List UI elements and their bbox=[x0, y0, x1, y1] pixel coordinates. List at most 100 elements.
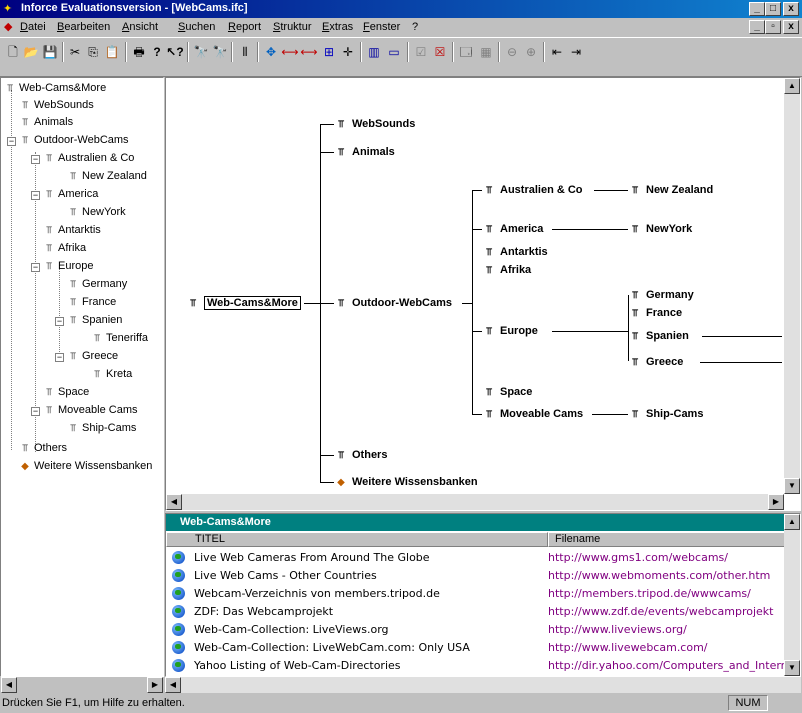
link-icon[interactable]: ⟷ bbox=[281, 43, 299, 61]
minimize-button[interactable]: _ bbox=[749, 2, 765, 16]
tree-item[interactable]: ⫪ America bbox=[42, 186, 98, 202]
graph-node-france[interactable]: ⫪ France bbox=[628, 305, 682, 321]
close-button[interactable]: x bbox=[783, 2, 799, 16]
graph-node-newzealand[interactable]: ⫪ New Zealand bbox=[628, 182, 713, 198]
link2-icon[interactable]: ⟷ bbox=[300, 43, 318, 61]
collapse-toggle[interactable]: − bbox=[31, 191, 40, 200]
graph-node-others[interactable]: ⫪ Others bbox=[334, 447, 387, 463]
save-icon[interactable]: 💾 bbox=[41, 43, 59, 61]
list-item[interactable]: Web-Cam-Collection: LiveWebCam.com: Only… bbox=[166, 639, 786, 656]
tree-item[interactable]: ⫪ Antarktis bbox=[42, 222, 101, 238]
menu-fenster[interactable]: Fenster bbox=[363, 21, 400, 33]
list-item[interactable]: Webcam-Verzeichnis von members.tripod.de… bbox=[166, 585, 786, 602]
move-icon[interactable]: ✥ bbox=[262, 43, 280, 61]
graph-node-germany[interactable]: ⫪ Germany bbox=[628, 287, 694, 303]
menu-ansicht[interactable]: Ansicht bbox=[122, 21, 158, 33]
tree-item[interactable]: ⫪ NewYork bbox=[66, 204, 125, 220]
tree-item[interactable]: ⫪ Germany bbox=[66, 276, 127, 292]
tree-item[interactable]: ⫪ Moveable Cams bbox=[42, 402, 137, 418]
column-header-filename[interactable]: Filename bbox=[548, 532, 786, 547]
props-icon[interactable]: 🗔 bbox=[457, 43, 475, 61]
list-item[interactable]: Web-Cam-Collection: LiveViews.org http://… bbox=[166, 621, 786, 638]
check-x-icon[interactable]: ☒ bbox=[431, 43, 449, 61]
mdi-minimize-button[interactable]: _ bbox=[749, 20, 765, 34]
zoom-in-icon[interactable]: ⊕ bbox=[522, 43, 540, 61]
menu-datei[interactable]: Datei bbox=[20, 21, 46, 33]
graph-node-afrika[interactable]: ⫪ Afrika bbox=[482, 262, 531, 278]
tree-item[interactable]: ⫪ Animals bbox=[18, 114, 73, 130]
mdi-restore-button[interactable]: ▫ bbox=[765, 20, 781, 34]
graph-node-antarktis[interactable]: ⫪ Antarktis bbox=[482, 244, 548, 260]
find-icon[interactable]: 🔭 bbox=[192, 43, 210, 61]
graph-node-outdoor[interactable]: ⫪ Outdoor-WebCams bbox=[334, 295, 452, 311]
check-icon[interactable]: ☑ bbox=[412, 43, 430, 61]
cut-icon[interactable]: ✂ bbox=[66, 43, 84, 61]
list-hscrollbar[interactable] bbox=[165, 677, 801, 693]
tree-item[interactable]: ⫪ Web-Cams&More bbox=[3, 80, 106, 96]
context-help-icon[interactable]: ↖? bbox=[166, 43, 184, 61]
tree-item[interactable]: ⫪ Space bbox=[42, 384, 89, 400]
mdi-close-button[interactable]: x bbox=[783, 20, 799, 34]
menu-extras[interactable]: Extras bbox=[322, 21, 353, 33]
graph-node-america[interactable]: ⫪ America bbox=[482, 221, 543, 237]
fit2-icon[interactable]: ⇥ bbox=[567, 43, 585, 61]
tree-item[interactable]: ⫪ WebSounds bbox=[18, 97, 94, 113]
copy-icon[interactable]: ⎘ bbox=[84, 43, 102, 61]
collapse-toggle[interactable]: − bbox=[31, 155, 40, 164]
tree-item[interactable]: ⫪ France bbox=[66, 294, 116, 310]
menu-suchen[interactable]: Suchen bbox=[178, 21, 215, 33]
graph-node-root[interactable]: ⫪ Web-Cams&More bbox=[186, 295, 301, 311]
tree-item[interactable]: ⫪ New Zealand bbox=[66, 168, 147, 184]
tree-item[interactable]: ⫪ Europe bbox=[42, 258, 93, 274]
list-item[interactable]: Live Web Cams - Other Countries http://ww… bbox=[166, 567, 786, 584]
column-header-title[interactable]: TITEL bbox=[166, 532, 548, 547]
list-item[interactable]: ZDF: Das Webcamprojekt http://www.zdf.de/… bbox=[166, 603, 786, 620]
columns-icon[interactable]: ⫴ bbox=[236, 43, 254, 61]
collapse-toggle[interactable]: − bbox=[31, 263, 40, 272]
graph-node-australien[interactable]: ⫪ Australien & Co bbox=[482, 182, 582, 198]
tree-item[interactable]: ⫪ Teneriffa bbox=[90, 330, 148, 346]
tree-item[interactable]: ⫪ Others bbox=[18, 440, 67, 456]
menu-report[interactable]: Report bbox=[228, 21, 261, 33]
tree-hscrollbar[interactable] bbox=[1, 676, 163, 677]
menu-help[interactable]: ? bbox=[412, 21, 418, 33]
graph-vscrollbar[interactable] bbox=[784, 78, 800, 494]
paste-icon[interactable]: 📋 bbox=[103, 43, 121, 61]
graph-node-spanien[interactable]: ⫪ Spanien bbox=[628, 328, 689, 344]
zoom-out-icon[interactable]: ⊖ bbox=[503, 43, 521, 61]
tree-item[interactable]: ⫪ Ship-Cams bbox=[66, 420, 136, 436]
collapse-toggle[interactable]: − bbox=[31, 407, 40, 416]
list-scroll-up-button[interactable]: ▲ bbox=[784, 514, 800, 530]
graph-node-moveable[interactable]: ⫪ Moveable Cams bbox=[482, 406, 583, 422]
graph-node-weitere[interactable]: ◆ Weitere Wissensbanken bbox=[334, 474, 478, 490]
graph-scroll-right-button[interactable]: ▶ bbox=[768, 494, 784, 510]
graph-node-space[interactable]: ⫪ Space bbox=[482, 384, 532, 400]
graph-node-shipcams[interactable]: ⫪ Ship-Cams bbox=[628, 406, 703, 422]
split-icon[interactable]: ▥ bbox=[365, 43, 383, 61]
collapse-toggle[interactable]: − bbox=[55, 353, 64, 362]
tree-item[interactable]: ⫪ Greece bbox=[66, 348, 118, 364]
graph-scroll-up-button[interactable]: ▲ bbox=[784, 78, 800, 94]
tree-scroll-right-button[interactable]: ▶ bbox=[147, 677, 163, 693]
tree-item[interactable]: ⫪ Kreta bbox=[90, 366, 132, 382]
print-icon[interactable]: 🖶 bbox=[130, 43, 148, 61]
move-cross-icon[interactable]: ✛ bbox=[339, 43, 357, 61]
graph-scroll-left-button[interactable]: ◀ bbox=[166, 494, 182, 510]
collapse-toggle[interactable]: − bbox=[55, 317, 64, 326]
list-vscrollbar[interactable] bbox=[784, 514, 800, 676]
menu-bearbeiten[interactable]: Bearbeiten bbox=[57, 21, 110, 33]
list-item[interactable]: Yahoo Listing of Web-Cam-Directories http… bbox=[166, 657, 786, 674]
new-icon[interactable]: 🗋 bbox=[4, 43, 22, 61]
graph-node-greece[interactable]: ⫪ Greece bbox=[628, 354, 683, 370]
graph-node-websounds[interactable]: ⫪ WebSounds bbox=[334, 116, 415, 132]
tree-item[interactable]: ⫪ Spanien bbox=[66, 312, 122, 328]
list-item[interactable]: Live Web Cameras From Around The Globe ht… bbox=[166, 549, 786, 566]
help-icon[interactable]: ? bbox=[148, 43, 166, 61]
list-scroll-down-button[interactable]: ▼ bbox=[784, 660, 800, 676]
tree-item[interactable]: ⫪ Outdoor-WebCams bbox=[18, 132, 128, 148]
collapse-toggle[interactable]: − bbox=[7, 137, 16, 146]
window-icon[interactable]: ▭ bbox=[385, 43, 403, 61]
graph-scroll-down-button[interactable]: ▼ bbox=[784, 478, 800, 494]
graph-node-newyork[interactable]: ⫪ NewYork bbox=[628, 221, 692, 237]
fit-icon[interactable]: ⇤ bbox=[548, 43, 566, 61]
